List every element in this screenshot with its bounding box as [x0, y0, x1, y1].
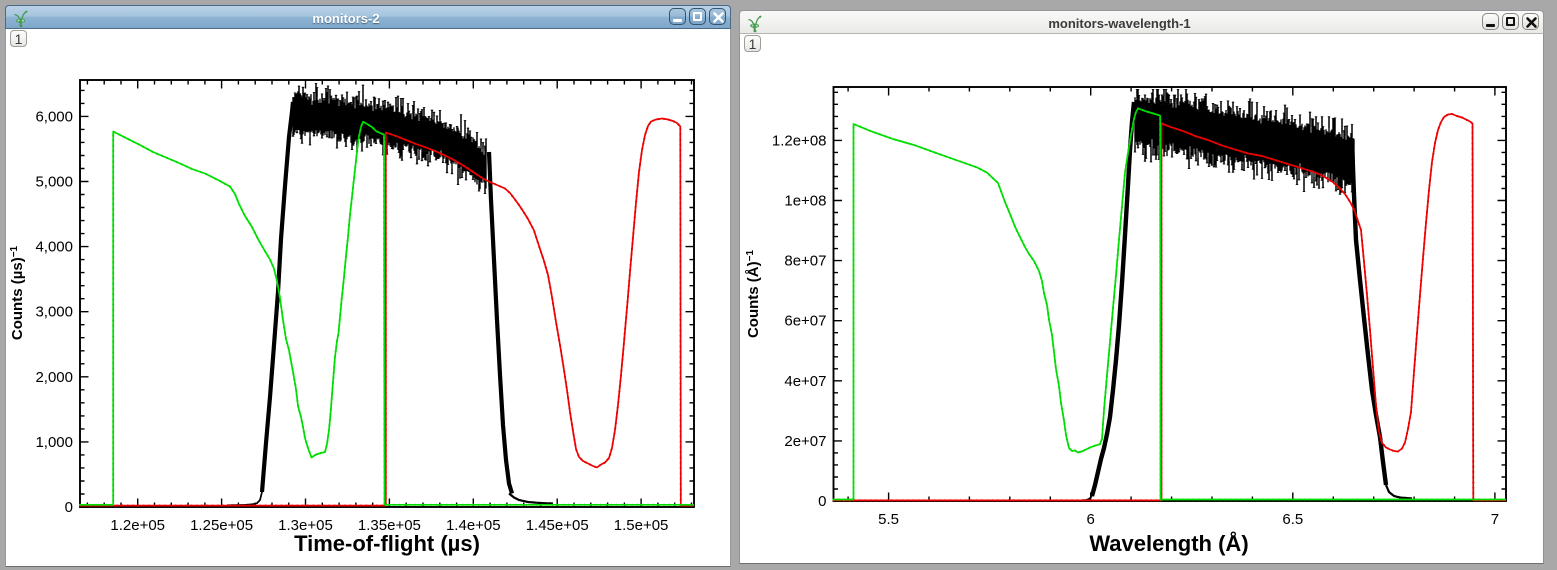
svg-text:6.5: 6.5	[1282, 511, 1303, 528]
svg-text:1.2e+05: 1.2e+05	[110, 517, 165, 534]
svg-text:2e+07: 2e+07	[784, 433, 826, 450]
svg-text:1.2e+08: 1.2e+08	[772, 132, 827, 149]
svg-text:6: 6	[1087, 511, 1095, 528]
svg-text:7: 7	[1491, 511, 1499, 528]
svg-text:1.25e+05: 1.25e+05	[190, 517, 253, 534]
svg-text:6,000: 6,000	[35, 108, 73, 125]
svg-text:1,000: 1,000	[35, 434, 73, 451]
svg-text:1.5e+05: 1.5e+05	[614, 517, 669, 534]
svg-text:6e+07: 6e+07	[784, 313, 826, 330]
svg-text:2,000: 2,000	[35, 369, 73, 386]
svg-text:1.45e+05: 1.45e+05	[526, 517, 589, 534]
svg-text:5,000: 5,000	[35, 174, 73, 191]
svg-text:Counts (µs)−1: Counts (µs)−1	[9, 245, 26, 340]
svg-text:1e+08: 1e+08	[784, 193, 826, 210]
svg-text:4,000: 4,000	[35, 239, 73, 256]
svg-text:8e+07: 8e+07	[784, 253, 826, 270]
svg-text:3,000: 3,000	[35, 304, 73, 321]
svg-text:4e+07: 4e+07	[784, 373, 826, 390]
svg-text:5.5: 5.5	[878, 511, 899, 528]
svg-text:0: 0	[65, 499, 73, 516]
svg-text:Wavelength (Å): Wavelength (Å)	[1089, 530, 1248, 556]
svg-text:Time-of-flight (µs): Time-of-flight (µs)	[294, 531, 480, 556]
svg-text:Counts (Å)−1: Counts (Å)−1	[745, 250, 762, 338]
svg-text:0: 0	[818, 493, 826, 510]
